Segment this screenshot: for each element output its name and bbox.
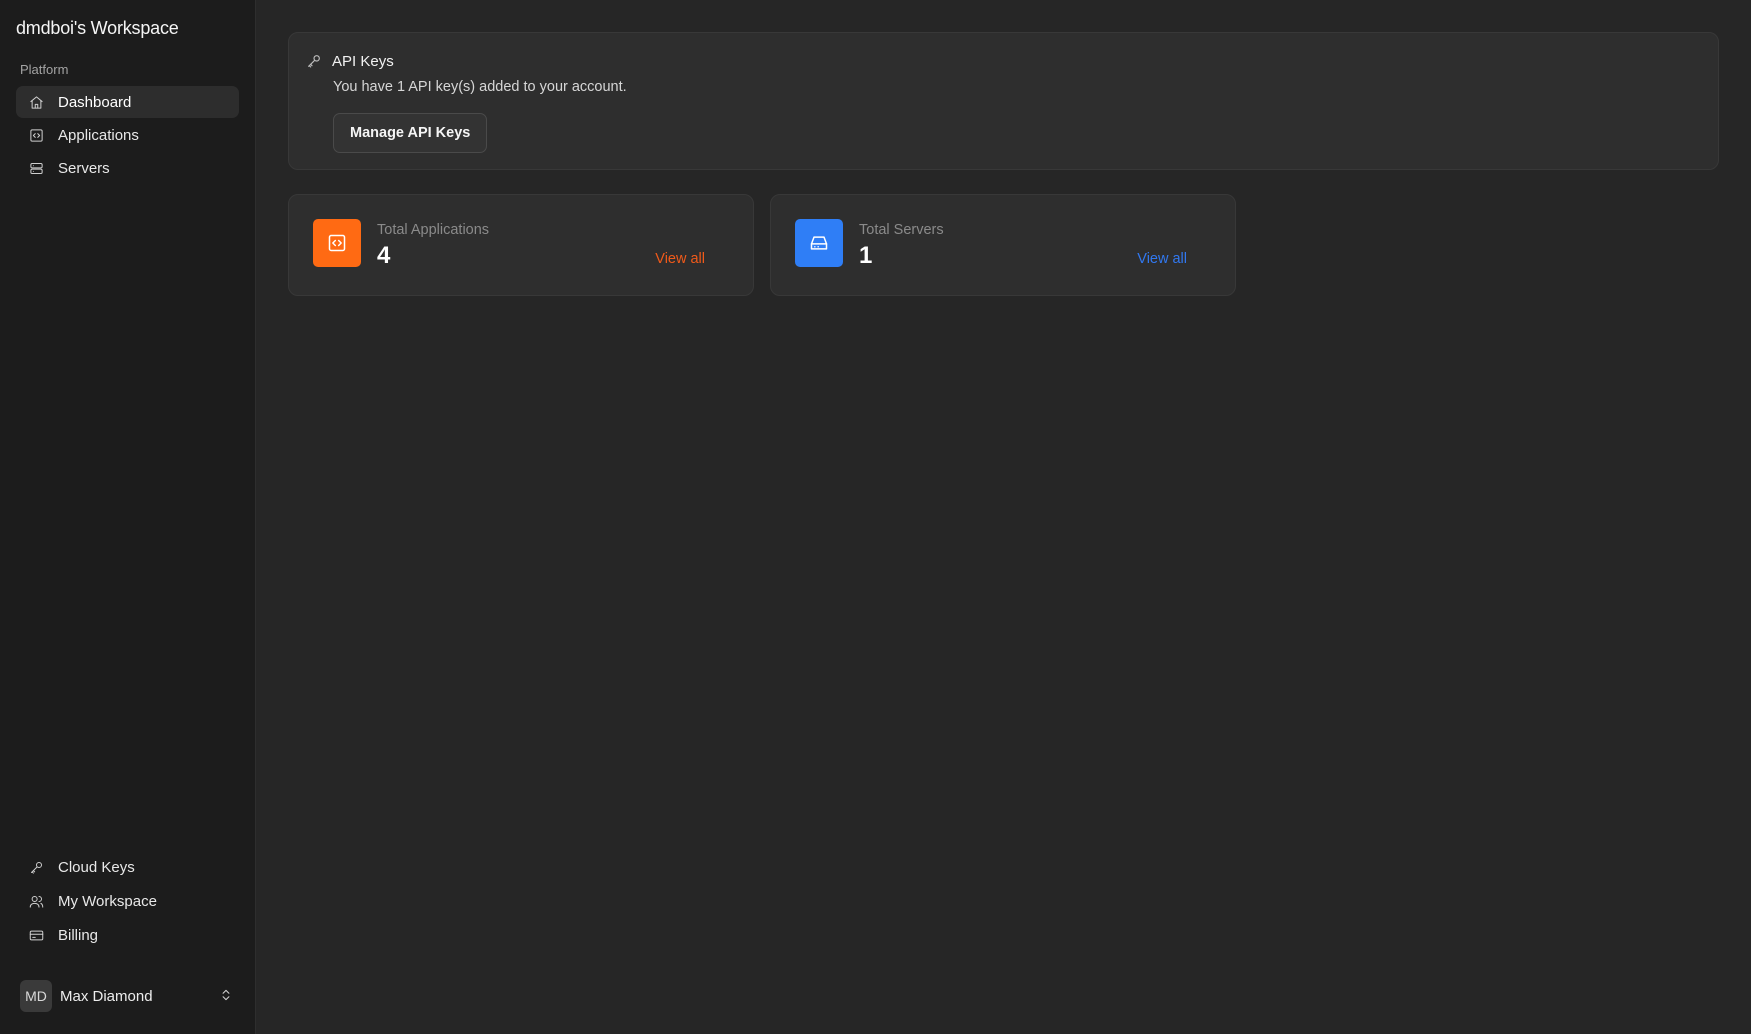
manage-api-keys-button[interactable]: Manage API Keys	[333, 113, 488, 153]
credit-card-icon	[28, 927, 44, 943]
sidebar-item-applications[interactable]: Applications	[16, 119, 239, 151]
sidebar-item-servers[interactable]: Servers	[16, 152, 239, 184]
sidebar: dmdboi's Workspace Platform Dashboard Ap…	[0, 0, 256, 1034]
api-keys-title: API Keys	[332, 52, 394, 70]
user-name: Max Diamond	[60, 987, 153, 1005]
sidebar-item-label: Cloud Keys	[58, 858, 135, 876]
secondary-nav: Cloud Keys My Workspace Billing	[16, 850, 239, 952]
home-icon	[28, 94, 44, 110]
stat-label: Total Applications	[377, 222, 490, 238]
sidebar-item-label: My Workspace	[58, 892, 157, 910]
sidebar-item-my-workspace[interactable]: My Workspace	[16, 884, 239, 918]
sidebar-item-label: Billing	[58, 926, 99, 944]
user-menu[interactable]: MD Max Diamond	[16, 972, 239, 1020]
chevrons-up-down-icon	[219, 988, 235, 1004]
view-all-applications-link[interactable]: View all	[655, 251, 705, 267]
api-keys-description: You have 1 API key(s) added to your acco…	[333, 79, 627, 95]
code-square-icon	[313, 219, 361, 267]
stat-value: 1	[859, 242, 873, 269]
key-icon	[28, 859, 44, 875]
platform-nav: Dashboard Applications Servers	[16, 86, 239, 184]
stats-row: Total Applications 4 View all Total Serv…	[288, 194, 1719, 296]
sidebar-footer: Cloud Keys My Workspace Billing MD Max D…	[16, 842, 239, 1034]
sidebar-item-dashboard[interactable]: Dashboard	[16, 86, 239, 118]
sidebar-item-label: Dashboard	[58, 93, 132, 111]
section-label-platform: Platform	[20, 62, 69, 77]
stat-card-applications: Total Applications 4 View all	[288, 194, 754, 296]
main-content: API Keys You have 1 API key(s) added to …	[256, 0, 1751, 1034]
app-shell: dmdboi's Workspace Platform Dashboard Ap…	[0, 0, 1751, 1034]
sidebar-item-cloud-keys[interactable]: Cloud Keys	[16, 850, 239, 884]
code-square-icon	[28, 127, 44, 143]
api-keys-header: API Keys	[306, 51, 1701, 71]
users-icon	[28, 893, 44, 909]
view-all-servers-link[interactable]: View all	[1137, 251, 1187, 267]
api-keys-card: API Keys You have 1 API key(s) added to …	[288, 32, 1719, 170]
server-icon	[28, 160, 44, 176]
sidebar-item-billing[interactable]: Billing	[16, 918, 239, 952]
stat-card-servers: Total Servers 1 View all	[770, 194, 1236, 296]
key-icon	[306, 53, 322, 69]
avatar: MD	[20, 980, 52, 1012]
hard-drive-icon	[795, 219, 843, 267]
sidebar-item-label: Applications	[58, 126, 139, 144]
workspace-title[interactable]: dmdboi's Workspace	[16, 18, 239, 40]
stat-label: Total Servers	[859, 222, 944, 238]
stat-value: 4	[377, 242, 391, 269]
sidebar-item-label: Servers	[58, 159, 110, 177]
